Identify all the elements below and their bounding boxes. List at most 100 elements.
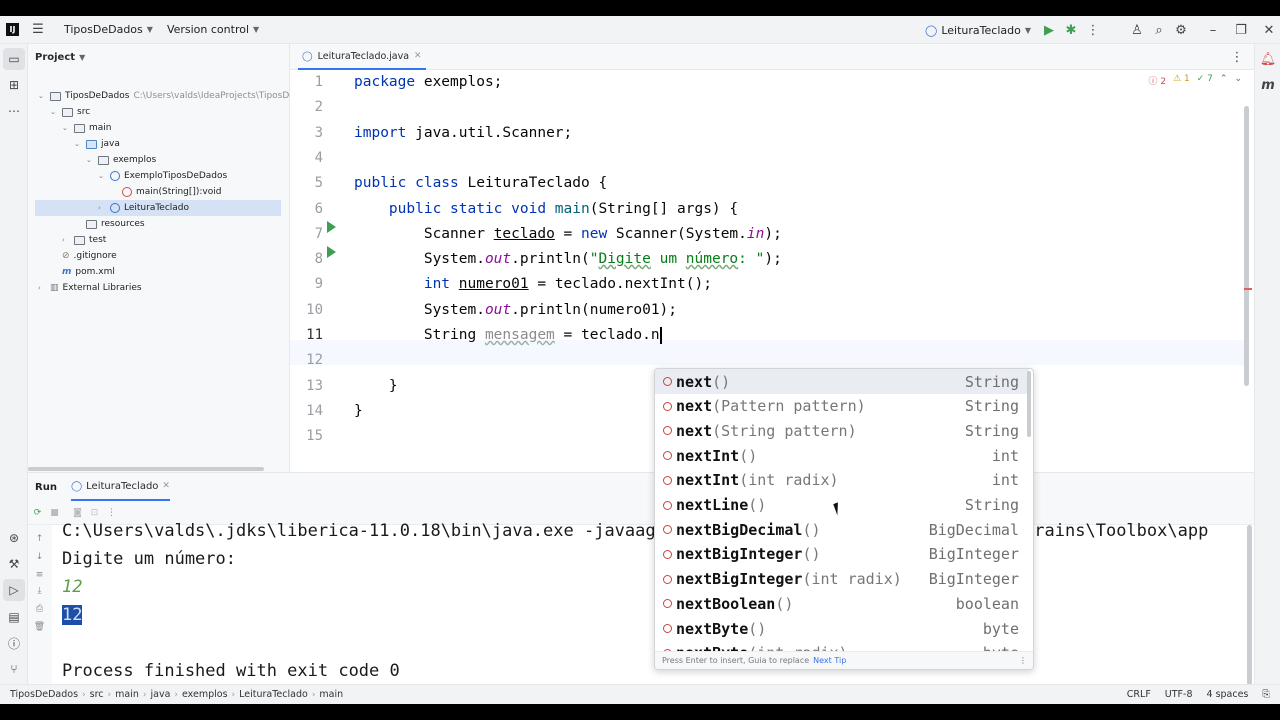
breadcrumb-item[interactable]: java [146,689,174,700]
next-tip-link[interactable]: Next Tip [813,656,846,665]
print-icon[interactable]: ⎙ [34,603,45,614]
lock-icon[interactable]: ⎘ [1262,689,1270,700]
tree-item[interactable]: ⌄ exemplos [86,152,156,168]
trash-icon[interactable]: 🗑︎ [34,621,45,632]
completion-item[interactable]: nextBigDecimal() BigDecimal [655,517,1029,542]
close-tab-icon[interactable]: ✕ [414,51,422,61]
editor-tab[interactable]: ◯ LeituraTeclado.java ✕ [298,44,426,70]
tree-item[interactable]: › LeituraTeclado [35,200,281,216]
problems-icon[interactable]: ⓘ [3,632,25,654]
console-vscrollbar[interactable] [1247,525,1252,685]
chevron-down-icon[interactable]: ⌄ [50,108,58,116]
tree-item[interactable]: › test [62,232,106,248]
tree-item[interactable]: ⌄ TiposDeDados C:\Users\valds\IdeaProjects… [38,88,290,104]
more-icon[interactable]: ⋮ [1082,19,1104,41]
tree-item-label: main(String[]):void [136,187,222,197]
arrow-up-icon[interactable]: ↑ [34,533,45,544]
terminal-icon[interactable]: ▤ [3,606,25,628]
completion-item[interactable]: nextInt (int radix) int [655,468,1029,493]
completion-item[interactable]: next() String [655,369,1029,394]
breadcrumb-item[interactable]: main [111,689,143,700]
tree-item[interactable]: ⌄ src [50,104,90,120]
tree-item[interactable]: ⊘ .gitignore [50,248,117,264]
console-output[interactable]: C:\Users\valds\.jdks\liberica-11.0.18\bi… [62,519,1208,681]
close-tab-icon[interactable]: ✕ [162,481,170,491]
chevron-down-icon[interactable]: ⌄ [62,124,70,132]
chevron-down-icon[interactable]: ⌄ [74,140,82,148]
completion-item[interactable]: nextInt() int [655,443,1029,468]
chevron-right-icon[interactable]: › [62,236,70,244]
arrow-down-icon[interactable]: ↓ [34,551,45,562]
breadcrumb-item[interactable]: exemplos [178,689,232,700]
stop-icon[interactable]: ■ [49,507,60,518]
completion-item[interactable]: nextBoolean() boolean [655,591,1029,616]
breadcrumb-item[interactable]: src [86,689,108,700]
run-config-tab[interactable]: ◯ LeituraTeclado ✕ [70,473,170,501]
project-name: TiposDeDados [64,23,143,36]
editor-vscrollbar[interactable] [1244,106,1249,386]
hamburger-menu-icon[interactable]: ☰ [27,19,49,41]
chevron-right-icon[interactable]: › [98,204,106,212]
breadcrumb-item[interactable]: main [315,689,347,700]
run-panel-title[interactable]: Run [35,482,57,493]
scroll-end-icon[interactable]: ⤓ [34,585,45,596]
structure-tool-icon[interactable]: ⊞ [3,74,25,96]
close-icon[interactable]: ✕ [1258,19,1280,41]
build-icon[interactable]: ⚒ [3,553,25,575]
completion-item[interactable]: next (String pattern) String [655,418,1029,443]
more-tools-icon[interactable]: ⋯ [3,100,25,122]
completion-item[interactable]: next (Pattern pattern) String [655,394,1029,419]
tree-item[interactable]: m pom.xml [50,264,115,280]
maximize-icon[interactable]: ❐ [1230,19,1252,41]
indent-setting[interactable]: 4 spaces [1207,689,1249,700]
maven-icon[interactable]: m [1257,74,1279,96]
completion-item-name: nextByte [676,619,749,638]
tree-item[interactable]: › ▥ External Libraries [38,280,142,296]
services-icon[interactable]: ⊛ [3,527,25,549]
minimize-icon[interactable]: – [1202,19,1224,41]
intellij-logo-icon[interactable]: IJ [6,23,19,36]
tree-item[interactable]: resources [74,216,145,232]
search-icon[interactable]: ⌕ [1148,19,1170,41]
breadcrumb-item[interactable]: LeituraTeclado [235,689,312,700]
project-tool-icon[interactable]: ▭ [3,48,25,70]
completion-item[interactable]: nextByte() byte [655,616,1029,641]
breadcrumb-item[interactable]: TiposDeDados [6,689,82,700]
line-separator[interactable]: CRLF [1127,689,1151,700]
completion-scrollbar[interactable] [1027,371,1031,437]
chevron-right-icon[interactable]: › [38,284,46,292]
completion-item-type: int [991,471,1019,490]
tree-item[interactable]: ⌄ main [62,120,112,136]
chevron-down-icon[interactable]: ⌄ [38,92,46,100]
more-icon[interactable]: ⋮ [1019,656,1027,665]
chevron-down-icon[interactable]: ⌄ [98,172,106,180]
chevron-down-icon[interactable]: ⌄ [86,156,94,164]
project-panel-header[interactable]: Project ▼ [28,44,289,70]
completion-item[interactable]: nextBigInteger (int radix) BigInteger [655,567,1029,592]
tree-item[interactable]: main(String[]):void [110,184,221,200]
git-icon[interactable]: ⑂ [3,658,25,680]
tree-item[interactable]: ⌄ ExemploTiposDeDados [98,168,227,184]
editor-more-icon[interactable]: ⋮ [1226,46,1248,68]
run-tool-icon[interactable]: ▷ [3,579,25,601]
vcs-menu[interactable]: Version control ▼ [160,23,266,36]
rerun-icon[interactable]: ⟳ [32,507,43,518]
console-output-value: 12 [62,605,83,625]
run-icon[interactable]: ▶ [1038,19,1060,41]
completion-item[interactable]: nextBigInteger() BigInteger [655,542,1029,567]
gear-icon[interactable]: ⚙ [1170,19,1192,41]
error-stripe-marker[interactable] [1244,288,1252,290]
run-gutter-icon[interactable] [327,221,336,233]
run-config-selector[interactable]: ◯ LeituraTeclado ▼ [918,24,1038,37]
file-encoding[interactable]: UTF-8 [1165,689,1193,700]
project-switcher[interactable]: TiposDeDados ▼ [57,23,160,36]
class-icon [110,171,120,181]
soft-wrap-icon[interactable]: ≡ [34,569,45,580]
tree-item[interactable]: ⌄ java [74,136,120,152]
debug-icon[interactable]: ✱ [1060,19,1082,41]
project-hscrollbar[interactable] [28,467,264,471]
run-gutter-icon[interactable] [327,246,336,258]
console-output-line: 12 [62,601,83,629]
add-user-icon[interactable]: ♙ [1126,19,1148,41]
notifications-icon[interactable]: 🔔︎ [1257,48,1279,70]
